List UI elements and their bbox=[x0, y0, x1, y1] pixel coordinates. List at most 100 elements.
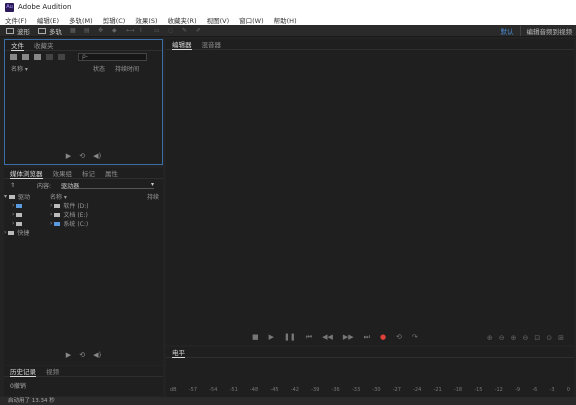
meter-tick-label: -6 bbox=[532, 387, 538, 393]
undo-count: 0撤销 bbox=[10, 383, 26, 390]
rewind-icon[interactable]: ◀◀ bbox=[322, 333, 333, 341]
media-play-icon[interactable]: ▶ bbox=[66, 351, 71, 359]
menu-effects[interactable]: 效果(S) bbox=[135, 15, 157, 25]
healing-brush-icon[interactable]: ✐ bbox=[196, 27, 205, 34]
meter-tick-label: -42 bbox=[290, 387, 299, 393]
go-to-start-icon[interactable]: ⏮ bbox=[306, 333, 312, 342]
list-item-drive-e[interactable]: › 文档 (E:) bbox=[50, 210, 163, 219]
zoom-out-full-icon[interactable]: ⊡ bbox=[534, 334, 540, 342]
stop-icon[interactable]: ■ bbox=[252, 333, 259, 341]
zoom-in-amplitude-icon[interactable]: ⊕ bbox=[487, 334, 493, 342]
tab-editor[interactable]: 编辑器 bbox=[172, 39, 192, 50]
marquee-icon[interactable]: ▭ bbox=[154, 27, 163, 34]
tree-item[interactable]: › bbox=[4, 210, 44, 219]
loop-playback-icon[interactable]: ⟲ bbox=[396, 333, 402, 341]
zoom-out-amplitude-icon[interactable]: ⊖ bbox=[499, 334, 505, 342]
tab-effects-rack[interactable]: 效果组 bbox=[53, 168, 73, 178]
tree-item-shortcuts[interactable]: › 快捷 bbox=[4, 228, 44, 237]
menu-help[interactable]: 帮助(H) bbox=[274, 15, 297, 25]
workspace-edit-to-video[interactable]: 编辑音频到视频 bbox=[519, 26, 572, 36]
col-name[interactable]: 名称 ▾ bbox=[11, 64, 93, 73]
menu-bar: 文件(F) 编辑(E) 多轨(M) 剪辑(C) 效果(S) 收藏夹(R) 视图(… bbox=[0, 14, 576, 25]
col-duration[interactable]: 持续时间 bbox=[115, 64, 139, 73]
tab-mixer[interactable]: 混音器 bbox=[202, 39, 222, 49]
delete-icon[interactable] bbox=[58, 54, 65, 60]
meter-tick-label: -39 bbox=[311, 387, 320, 393]
level-meter-ruler: dB -57 -54 -51 -48 -45 -42 -39 -36 -33 -30 -27 -24 -2… bbox=[166, 387, 574, 395]
meter-tick-label: -9 bbox=[515, 387, 521, 393]
lasso-icon[interactable]: ◌ bbox=[168, 27, 177, 34]
audition-logo-icon: Au bbox=[5, 2, 14, 12]
new-file-icon[interactable] bbox=[34, 54, 41, 60]
menu-window[interactable]: 窗口(W) bbox=[239, 15, 264, 25]
play-icon[interactable]: ▶ bbox=[66, 152, 71, 160]
meter-tick-label: -57 bbox=[188, 387, 197, 393]
go-to-end-icon[interactable]: ⏭ bbox=[364, 333, 370, 342]
tab-favorites[interactable]: 收藏夹 bbox=[34, 40, 54, 50]
meter-tick-label: -51 bbox=[229, 387, 238, 393]
import-file-icon[interactable] bbox=[22, 54, 29, 60]
insert-icon[interactable] bbox=[46, 54, 53, 60]
fast-forward-icon[interactable]: ▶▶ bbox=[343, 333, 354, 341]
meter-tick-label: -3 bbox=[549, 387, 555, 393]
toolbar: 波形 多轨 ▦ ▤ ✥ ◆ ⟷ I ▭ ◌ ✎ ✐ 默认 编辑音频到视频 bbox=[0, 25, 576, 37]
menu-favorites[interactable]: 收藏夹(R) bbox=[168, 15, 197, 25]
pitch-display-icon[interactable]: ▤ bbox=[84, 27, 93, 34]
skip-selection-icon[interactable]: ↷ bbox=[412, 333, 418, 341]
time-selection-icon[interactable]: I bbox=[140, 27, 149, 34]
media-list: 名称 ▾ 持续 › 软件 (D:) › 文档 (E:) › 系统 (C:) bbox=[50, 192, 163, 342]
list-item-drive-c[interactable]: › 系统 (C:) bbox=[50, 219, 163, 228]
meter-tick-label: -15 bbox=[474, 387, 483, 393]
tab-video[interactable]: 视频 bbox=[46, 366, 59, 376]
waveform-label: 波形 bbox=[17, 27, 30, 36]
workspace-default[interactable]: 默认 bbox=[501, 26, 514, 36]
tab-files[interactable]: 文件 bbox=[11, 40, 24, 51]
multitrack-button[interactable]: 多轨 bbox=[38, 26, 62, 36]
razor-tool-icon[interactable]: ◆ bbox=[112, 27, 121, 34]
list-item-drive-d[interactable]: › 软件 (D:) bbox=[50, 201, 163, 210]
menu-multitrack[interactable]: 多轨(M) bbox=[69, 15, 93, 25]
editor-panel: 编辑器 混音器 ■ ▶ ❚❚ ⏮ ◀◀ ▶▶ ⏭ ● ⟲ ↷ ⊕ ⊖ ⊕ ⊖ ⊡… bbox=[166, 39, 574, 345]
tab-media-browser[interactable]: 媒体浏览器 bbox=[10, 168, 43, 179]
tab-history[interactable]: 历史记录 bbox=[10, 366, 36, 377]
files-search-input[interactable]: ρ- bbox=[78, 53, 147, 61]
media-auto-play-icon[interactable]: ◀) bbox=[93, 351, 101, 359]
col-status[interactable]: 状态 bbox=[93, 64, 115, 73]
menu-clip[interactable]: 剪辑(C) bbox=[103, 15, 126, 25]
zoom-selection-icon[interactable]: ⊞ bbox=[558, 334, 564, 342]
tab-markers[interactable]: 标记 bbox=[82, 168, 95, 178]
tab-properties[interactable]: 属性 bbox=[105, 168, 118, 178]
contents-select[interactable]: 驱动器 ▾ bbox=[61, 181, 155, 190]
media-tree: ▾ 驱动 › › › › 快捷 bbox=[4, 192, 44, 342]
move-tool-icon[interactable]: ✥ bbox=[98, 27, 107, 34]
spectral-display-icon[interactable]: ▦ bbox=[70, 27, 79, 34]
tab-levels[interactable]: 电平 bbox=[172, 347, 185, 358]
title-bar: Au Adobe Audition bbox=[0, 0, 576, 14]
pause-icon[interactable]: ❚❚ bbox=[284, 333, 296, 341]
zoom-in-time-icon[interactable]: ⊕ bbox=[511, 334, 517, 342]
slip-tool-icon[interactable]: ⟷ bbox=[126, 27, 135, 34]
tree-item-drives[interactable]: ▾ 驱动 bbox=[4, 192, 44, 201]
waveform-button[interactable]: 波形 bbox=[6, 26, 30, 36]
menu-file[interactable]: 文件(F) bbox=[5, 15, 27, 25]
col-media-duration[interactable]: 持续 bbox=[147, 192, 159, 201]
levels-panel: 电平 dB -57 -54 -51 -48 -45 -42 -39 -36 -33 -30 -27 -2… bbox=[166, 347, 574, 397]
auto-play-icon[interactable]: ◀) bbox=[93, 152, 101, 160]
open-folder-icon[interactable] bbox=[10, 54, 17, 60]
brush-icon[interactable]: ✎ bbox=[182, 27, 191, 34]
zoom-in-point-icon[interactable]: ⊙ bbox=[546, 334, 552, 342]
menu-view[interactable]: 视图(V) bbox=[207, 15, 230, 25]
tree-item[interactable]: › bbox=[4, 201, 44, 210]
record-icon[interactable]: ● bbox=[380, 333, 386, 341]
col-media-name[interactable]: 名称 ▾ bbox=[50, 192, 67, 201]
media-up-icon[interactable]: ⇑ bbox=[10, 182, 15, 189]
contents-label: 内容: bbox=[37, 182, 52, 190]
tree-item[interactable]: › bbox=[4, 219, 44, 228]
zoom-out-time-icon[interactable]: ⊖ bbox=[523, 334, 529, 342]
menu-edit[interactable]: 编辑(E) bbox=[37, 15, 59, 25]
loop-icon[interactable]: ⟲ bbox=[79, 152, 85, 160]
media-loop-icon[interactable]: ⟲ bbox=[79, 351, 85, 359]
play-icon[interactable]: ▶ bbox=[269, 333, 274, 341]
meter-tick-label: 0 bbox=[566, 387, 570, 393]
contents-value: 驱动器 bbox=[61, 183, 80, 190]
